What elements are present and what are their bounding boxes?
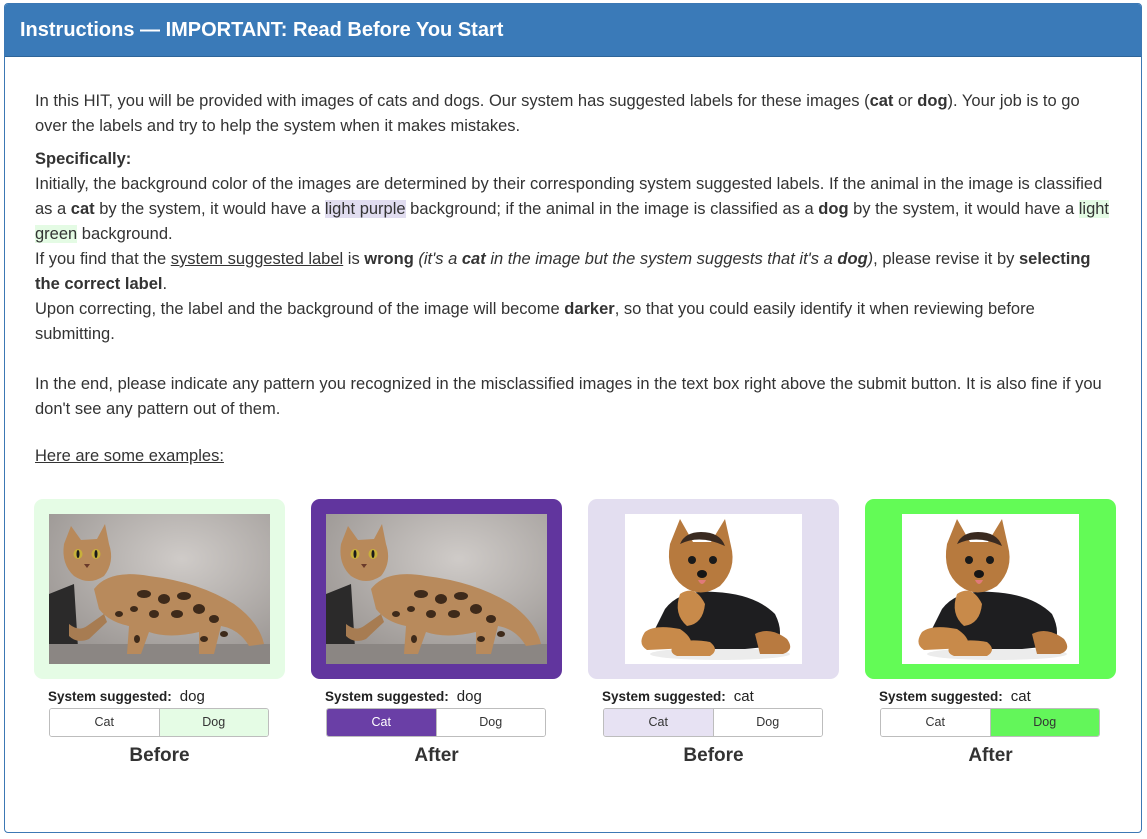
instructions-panel: Instructions — IMPORTANT: Read Before Yo… — [4, 3, 1142, 833]
spec-cat-2: cat — [461, 250, 486, 268]
cat-button[interactable]: Cat — [327, 709, 436, 736]
cat-button[interactable]: Cat — [50, 709, 159, 736]
spec-cat: cat — [70, 200, 95, 218]
spec-text-13: Upon correcting, the label and the backg… — [35, 300, 565, 318]
examples-title: Here are some examples: — [35, 447, 224, 465]
system-suggested-row: System suggested: dog — [34, 687, 285, 705]
label-toggle: Cat Dog — [49, 708, 269, 737]
intro-cat: cat — [869, 92, 894, 110]
system-suggested-label: System suggested: — [325, 689, 449, 704]
dog-button[interactable]: Dog — [158, 709, 268, 736]
system-suggested-row: System suggested: cat — [588, 687, 839, 705]
system-suggested-value: dog — [456, 688, 482, 705]
spec-text-8: (it's a — [413, 250, 462, 268]
specifically-paragraph: Specifically: Initially, the background c… — [35, 147, 1111, 422]
spec-dog: dog — [818, 200, 849, 218]
dog-photo — [625, 514, 802, 664]
example-caption: After — [414, 745, 459, 766]
system-suggested-value: cat — [733, 688, 754, 705]
spec-darker: darker — [564, 300, 615, 318]
image-box — [865, 499, 1116, 679]
example-caption: Before — [683, 745, 744, 766]
example-card: System suggested: dog Cat Dog Before — [34, 499, 285, 767]
label-toggle: Cat Dog — [326, 708, 546, 737]
spec-text-11: , please revise it by — [873, 250, 1019, 268]
spec-dog-2: dog — [837, 250, 868, 268]
dog-button[interactable]: Dog — [989, 709, 1099, 736]
pattern-text: In the end, please indicate any pattern … — [35, 375, 1102, 418]
image-box — [34, 499, 285, 679]
system-suggested-value: cat — [1010, 688, 1031, 705]
examples-row: System suggested: dog Cat Dog Before Syst… — [5, 499, 1141, 779]
system-suggested-label: System suggested: — [48, 689, 172, 704]
example-card: System suggested: cat Cat Dog Before — [588, 499, 839, 767]
system-suggested-row: System suggested: dog — [311, 687, 562, 705]
system-suggested-label-underline: system suggested label — [170, 250, 344, 268]
spec-text-12: . — [162, 275, 168, 293]
intro-or: or — [893, 92, 918, 110]
specifically-heading: Specifically: — [35, 150, 132, 168]
label-toggle: Cat Dog — [880, 708, 1100, 737]
system-suggested-value: dog — [179, 688, 205, 705]
spec-wrong: wrong — [364, 250, 414, 268]
image-box — [588, 499, 839, 679]
example-caption: After — [968, 745, 1013, 766]
intro-dog: dog — [917, 92, 948, 110]
spec-text-3: background; if the animal in the image i… — [405, 200, 819, 218]
spec-text-7: is — [343, 250, 365, 268]
spec-text-9: in the image but the system suggests tha… — [485, 250, 838, 268]
system-suggested-label: System suggested: — [879, 689, 1003, 704]
cat-button[interactable]: Cat — [604, 709, 713, 736]
cat-button[interactable]: Cat — [881, 709, 990, 736]
panel-title: Instructions — IMPORTANT: Read Before Yo… — [5, 4, 1141, 57]
label-toggle: Cat Dog — [603, 708, 823, 737]
example-card: System suggested: cat Cat Dog After — [865, 499, 1116, 767]
example-card: System suggested: dog Cat Dog After — [311, 499, 562, 767]
spec-text-2: by the system, it would have a — [94, 200, 325, 218]
spec-text-5: background. — [77, 225, 173, 243]
system-suggested-row: System suggested: cat — [865, 687, 1116, 705]
spec-text-6: If you find that the — [35, 250, 171, 268]
intro-text-1: In this HIT, you will be provided with i… — [35, 92, 870, 110]
spec-text-4: by the system, it would have a — [848, 200, 1079, 218]
intro-paragraph: In this HIT, you will be provided with i… — [35, 89, 1111, 139]
light-purple-highlight: light purple — [324, 200, 406, 218]
dog-photo — [902, 514, 1079, 664]
system-suggested-label: System suggested: — [602, 689, 726, 704]
image-box — [311, 499, 562, 679]
instructions-body: In this HIT, you will be provided with i… — [5, 57, 1141, 469]
cat-photo — [326, 514, 547, 664]
cat-photo — [49, 514, 270, 664]
example-caption: Before — [129, 745, 190, 766]
dog-button[interactable]: Dog — [712, 709, 822, 736]
dog-button[interactable]: Dog — [435, 709, 545, 736]
